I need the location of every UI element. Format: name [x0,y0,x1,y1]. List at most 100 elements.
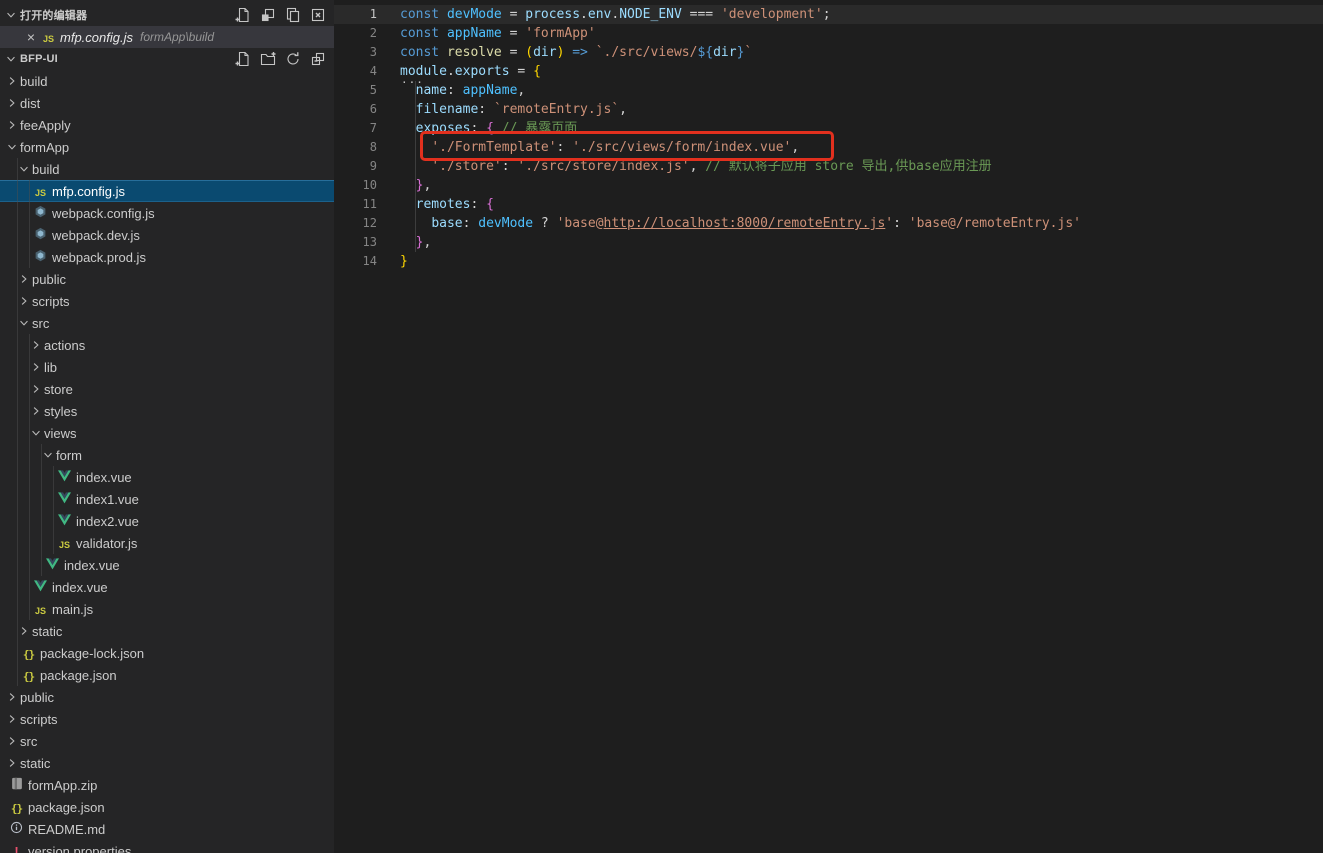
tree-item-mfp.config.js[interactable]: JSmfp.config.js [0,180,334,202]
chevron-right-icon[interactable] [6,755,18,771]
tree-item-package-lock.json[interactable]: {}package-lock.json [0,642,334,664]
tree-indent-guide [17,532,18,554]
chevron-right-icon[interactable] [30,359,42,375]
tree-item-public[interactable]: public [0,686,334,708]
tree-item-lib[interactable]: lib [0,356,334,378]
chevron-right-icon [31,340,41,350]
tree-item-build[interactable]: build [0,70,334,92]
chevron-right-icon[interactable] [6,689,18,705]
code-line-11: 11 remotes: { [334,195,1323,214]
tree-item-webpack.dev.js[interactable]: webpack.dev.js [0,224,334,246]
tree-item-index2.vue[interactable]: index2.vue [0,510,334,532]
chevron-down-icon [4,51,18,67]
new-untitled-file-button[interactable] [235,7,251,23]
tree-item-styles[interactable]: styles [0,400,334,422]
tree-item-scripts[interactable]: scripts [0,708,334,730]
tree-item-public[interactable]: public [0,268,334,290]
tree-item-views[interactable]: views [0,422,334,444]
code-text: const devMode = process.env.NODE_ENV ===… [400,5,831,24]
tree-item-formApp[interactable]: formApp [0,136,334,158]
chevron-down-icon[interactable] [42,447,54,463]
tree-item-label: package.json [40,668,117,683]
collapse-folders-button[interactable] [310,51,326,67]
line-number: 6 [334,100,377,119]
tree-item-index.vue[interactable]: index.vue [0,576,334,598]
open-editor-item[interactable]: × JS mfp.config.js formApp\build [0,26,334,48]
open-editor-filename: mfp.config.js [60,30,133,45]
code-text: remotes: { [400,195,494,214]
open-editors-header[interactable]: 打开的编辑器 [0,0,334,26]
tree-indent-guide [29,180,30,202]
tree-item-store[interactable]: store [0,378,334,400]
tree-indent-guide [17,510,18,532]
toggle-editor-layout-button[interactable] [260,7,276,23]
code-text: module.exports = { [400,62,541,81]
chevron-right-icon[interactable] [6,711,18,727]
json-file-icon: {} [9,799,24,815]
tree-item-formApp.zip[interactable]: formApp.zip [0,774,334,796]
tree-item-scripts[interactable]: scripts [0,290,334,312]
tree-item-index.vue[interactable]: index.vue [0,554,334,576]
code-line-2: 2const appName = 'formApp' [334,24,1323,43]
vue-badge-icon [58,514,71,529]
warn-badge-icon: ! [14,844,18,853]
chevron-right-icon[interactable] [6,733,18,749]
refresh-explorer-button[interactable] [285,51,301,67]
chevron-right-icon[interactable] [18,623,30,639]
js-file-icon: JS [41,29,56,45]
chevron-down-icon[interactable] [6,139,18,155]
tree-item-static[interactable]: static [0,752,334,774]
chevron-right-icon[interactable] [6,73,18,89]
tree-item-build[interactable]: build [0,158,334,180]
close-all-editors-button[interactable] [310,7,326,23]
line-number: 1 [334,5,377,24]
tree-item-feeApply[interactable]: feeApply [0,114,334,136]
close-icon[interactable]: × [24,30,38,44]
save-all-button[interactable] [285,7,301,23]
new-folder-button[interactable] [260,51,276,67]
chevron-right-icon[interactable] [30,337,42,353]
line-number: 4 [334,62,377,81]
code-text: } [400,252,408,271]
chevron-right-icon [31,384,41,394]
code-text: exposes: { // 暴露页面 [400,119,577,138]
tree-item-validator.js[interactable]: JSvalidator.js [0,532,334,554]
chevron-down-icon[interactable] [30,425,42,441]
chevron-right-icon[interactable] [6,95,18,111]
tree-item-README.md[interactable]: README.md [0,818,334,840]
tree-indent-guide [29,202,30,224]
chevron-right-icon[interactable] [18,293,30,309]
chevron-right-icon[interactable] [6,117,18,133]
workspace-header[interactable]: BFP-UI [0,48,334,70]
vue-badge-icon [58,470,71,485]
tree-item-index.vue[interactable]: index.vue [0,466,334,488]
tree-item-version.properties[interactable]: !version.properties [0,840,334,853]
tree-item-src[interactable]: src [0,730,334,752]
tree-item-package.json[interactable]: {}package.json [0,796,334,818]
tree-indent-guide [17,224,18,246]
tree-item-main.js[interactable]: JSmain.js [0,598,334,620]
tree-item-static[interactable]: static [0,620,334,642]
tree-indent-guide [29,246,30,268]
tree-item-actions[interactable]: actions [0,334,334,356]
tree-item-webpack.config.js[interactable]: webpack.config.js [0,202,334,224]
chevron-down-icon[interactable] [18,315,30,331]
tree-item-index1.vue[interactable]: index1.vue [0,488,334,510]
chevron-right-icon[interactable] [18,271,30,287]
new-file-button[interactable] [235,51,251,67]
tree-item-dist[interactable]: dist [0,92,334,114]
chevron-right-icon[interactable] [30,381,42,397]
vue-badge-icon [34,580,47,595]
chevron-right-icon[interactable] [30,403,42,419]
tree-item-label: feeApply [20,118,71,133]
tree-item-package.json[interactable]: {}package.json [0,664,334,686]
tree-item-form[interactable]: form [0,444,334,466]
tree-indent-guide [29,422,30,444]
tree-item-webpack.prod.js[interactable]: webpack.prod.js [0,246,334,268]
code-line-10: 10 }, [334,176,1323,195]
chevron-right-icon [31,428,41,438]
tree-indent-guide [29,532,30,554]
tree-item-src[interactable]: src [0,312,334,334]
code-editor[interactable]: 1 const devMode = process.env.NODE_ENV ==… [334,0,1323,853]
chevron-down-icon[interactable] [18,161,30,177]
